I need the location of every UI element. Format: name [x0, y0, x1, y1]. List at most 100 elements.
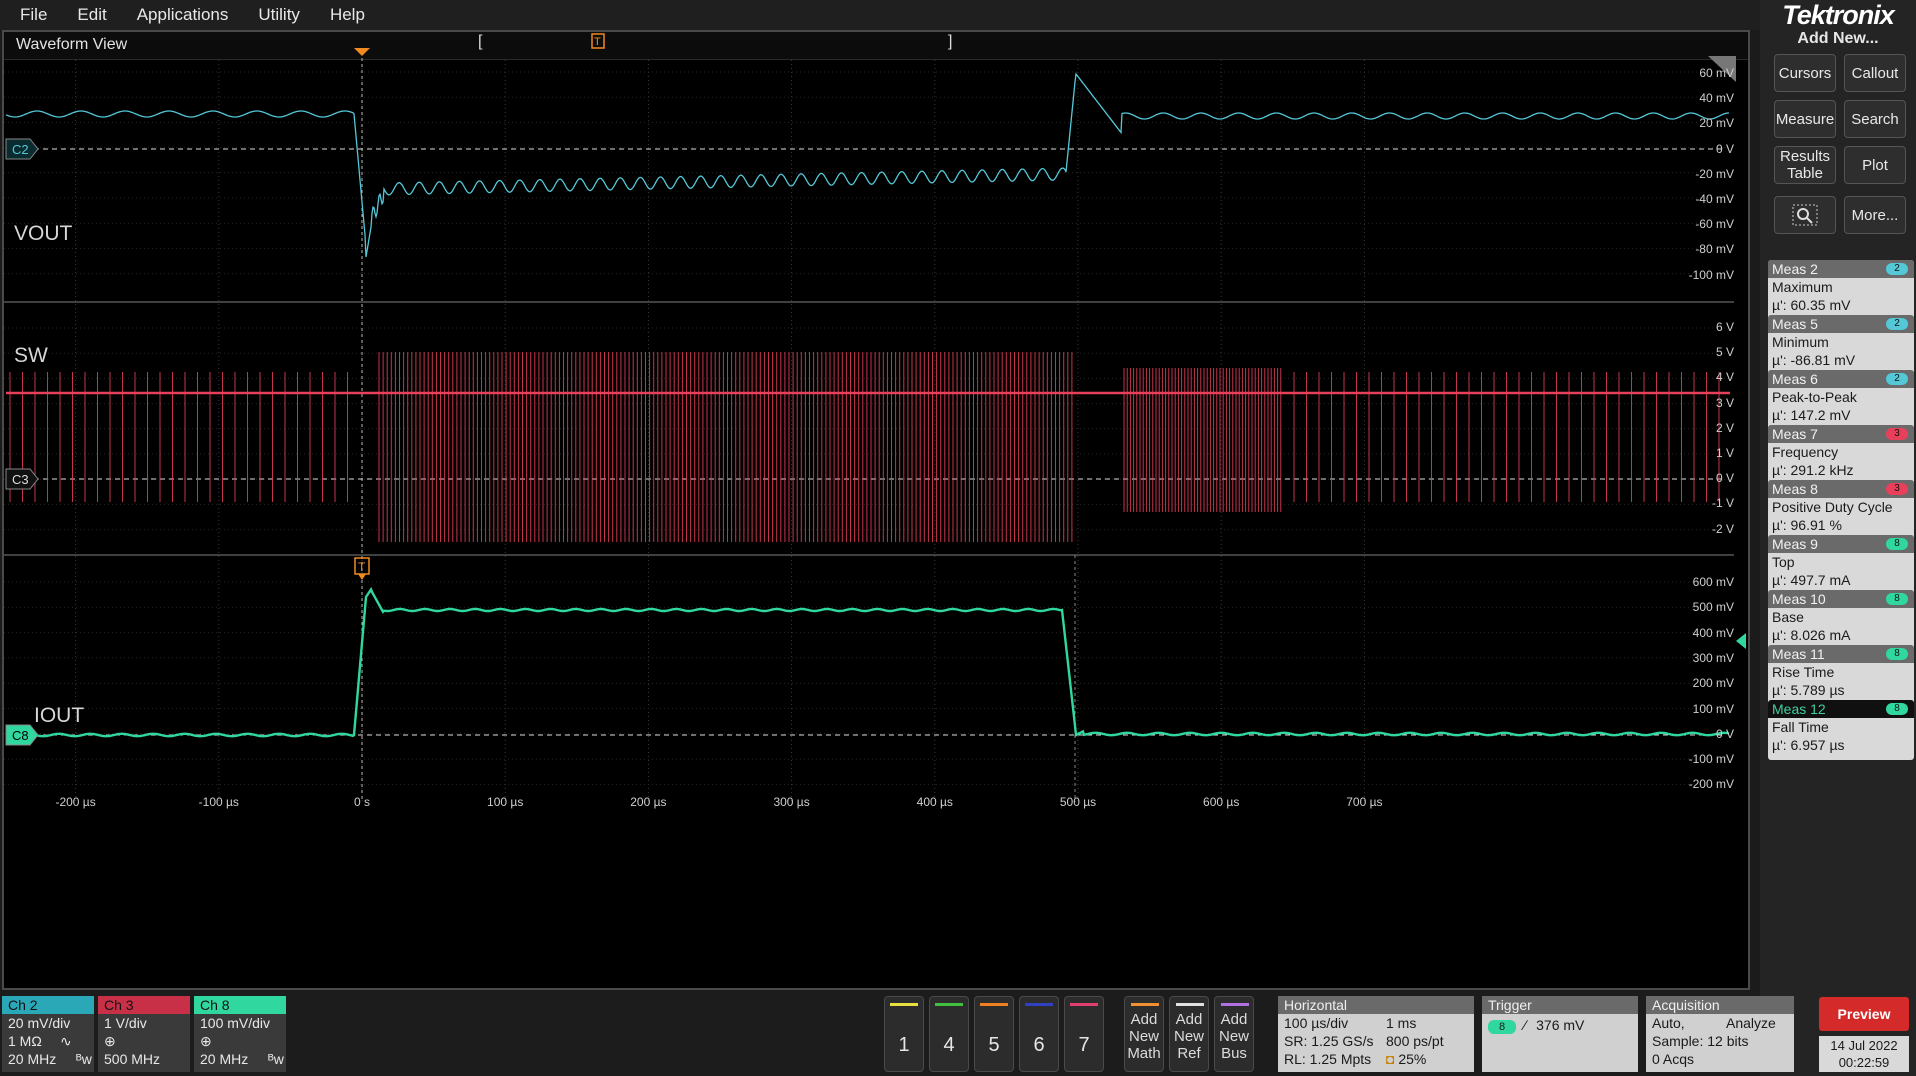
measurement-name: Meas 10 8 [1768, 590, 1914, 608]
measurement-value: µ': 60.35 mV [1772, 297, 1851, 313]
horizontal-badge[interactable]: Horizontal 100 µs/div 1 ms SR: 1.25 GS/s 8… [1278, 996, 1474, 1072]
measurement-name: Meas 2 2 [1768, 260, 1914, 278]
channel-button-1[interactable]: 1 [884, 996, 924, 1072]
trigger-level-marker-icon: T [354, 557, 370, 580]
measurement-card[interactable]: Meas 9 8 Top µ': 497.7 mA [1768, 535, 1914, 595]
measurement-card[interactable]: Meas 8 3 Positive Duty Cycle µ': 96.91 % [1768, 480, 1914, 540]
menu-edit[interactable]: Edit [57, 5, 106, 25]
channel-number: 7 [1078, 1034, 1090, 1056]
channel-termination: ⊕ [104, 1033, 116, 1049]
measurement-type: Rise Time [1772, 664, 1835, 680]
color-bar [1131, 1003, 1159, 1006]
search-button[interactable]: Search [1844, 100, 1906, 138]
time-axis-label: 500 µs [1059, 795, 1097, 809]
more-button[interactable]: More... [1844, 196, 1906, 234]
rising-edge-icon: ∕ [1523, 1017, 1527, 1033]
measurement-card[interactable]: Meas 2 2 Maximum µ': 60.35 mV [1768, 260, 1914, 320]
trigger-badge[interactable]: Trigger 8 ∕ 376 mV [1482, 996, 1638, 1072]
measurement-card[interactable]: Meas 5 2 Minimum µ': -86.81 mV [1768, 315, 1914, 375]
add-button-label: Bus [1221, 1045, 1247, 1062]
time-axis-label: 700 µs [1346, 795, 1383, 809]
channel-termination: ⊕ [200, 1033, 212, 1049]
channel-button-4[interactable]: 4 [929, 996, 969, 1072]
vout-scale-label: 40 mV [1699, 91, 1734, 106]
channel-color-bar [1070, 1003, 1098, 1006]
zoom-icon[interactable] [1774, 196, 1836, 234]
results-table-button[interactable]: Results Table [1774, 146, 1836, 184]
add-button-label: Add [1220, 1011, 1248, 1028]
channel-color-bar [1025, 1003, 1053, 1006]
plot-button[interactable]: Plot [1844, 146, 1906, 184]
add-new-bus-button[interactable]: Add New Bus [1214, 996, 1254, 1072]
add-button-label: New [1173, 1028, 1204, 1045]
channel-badge-ch8[interactable]: Ch 8 100 mV/div ⊕ 20 MHz ᴮw [194, 996, 286, 1072]
measurement-source-badge: 8 [1886, 538, 1908, 550]
acquisition-mode: Auto, [1652, 1015, 1685, 1031]
waveform-view[interactable]: Waveform View C2 C3 C8 T T[] VOUT SW IOUT 60… [2, 30, 1750, 990]
measurement-value: µ': 147.2 mV [1772, 407, 1851, 423]
measurement-type: Minimum [1772, 334, 1829, 350]
measurement-card[interactable]: Meas 12 8 Fall Time µ': 6.957 µs [1768, 700, 1914, 760]
vout-scale-label: -20 mV [1695, 166, 1734, 181]
measurement-card[interactable]: Meas 10 8 Base µ': 8.026 mA [1768, 590, 1914, 650]
vout-scale-label: -80 mV [1695, 242, 1734, 257]
svg-text:T: T [594, 36, 601, 48]
measurement-name: Meas 7 3 [1768, 425, 1914, 443]
iout-scale-label: 100 mV [1692, 701, 1734, 716]
acquisition-badge[interactable]: Acquisition Auto, Analyze Sample: 12 bits… [1646, 996, 1794, 1072]
measurement-type: Frequency [1772, 444, 1839, 460]
channel-scale: 100 mV/div [200, 1015, 271, 1031]
measurement-type: Maximum [1772, 279, 1833, 295]
iout-scale-label: 300 mV [1692, 650, 1734, 665]
vout-scale-label: -60 mV [1695, 217, 1734, 232]
add-new-math-button[interactable]: Add New Math [1124, 996, 1164, 1072]
acquisition-title: Acquisition [1646, 996, 1794, 1014]
sw-scale-label: 5 V [1715, 345, 1734, 360]
channel-name: Ch 3 [98, 996, 190, 1014]
vout-label: VOUT [14, 222, 73, 245]
waveform-plot-area[interactable]: C2 C3 C8 T T [] [4, 32, 1748, 988]
channel-bandwidth-row: 20 MHz ᴮw [2, 1050, 94, 1068]
time-axis-label: 300 µs [773, 795, 810, 809]
callout-button[interactable]: Callout [1844, 54, 1906, 92]
add-button-label: Add [1130, 1011, 1158, 1028]
channel-coupling: ⊕ [98, 1032, 190, 1050]
date: 14 Jul 2022 [1830, 1038, 1898, 1053]
time-axis-label: 0 s [353, 795, 370, 809]
zoom-bracket-right-icon: ] [948, 33, 952, 50]
measure-button[interactable]: Measure [1774, 100, 1836, 138]
channel-badge-ch2[interactable]: Ch 2 20 mV/div 1 MΩ ∿ 20 MHz ᴮw [2, 996, 94, 1072]
channel-button-5[interactable]: 5 [974, 996, 1014, 1072]
channel-number: 5 [988, 1034, 1000, 1056]
bandwidth-limit-icon: ᴮw [268, 1051, 284, 1067]
measurement-name: Meas 9 8 [1768, 535, 1914, 553]
measurement-value: µ': 96.91 % [1772, 517, 1842, 533]
menu-utility[interactable]: Utility [238, 5, 300, 25]
channel-button-7[interactable]: 7 [1064, 996, 1104, 1072]
add-new-ref-button[interactable]: Add New Ref [1169, 996, 1209, 1072]
channel-button-6[interactable]: 6 [1019, 996, 1059, 1072]
iout-scale-label: 200 mV [1692, 676, 1734, 691]
zoom-bracket-left-icon: [ [478, 33, 483, 50]
cursors-button[interactable]: Cursors [1774, 54, 1836, 92]
menu-help[interactable]: Help [310, 5, 365, 25]
measurement-name: Meas 5 2 [1768, 315, 1914, 333]
channel-coupling: 1 MΩ ∿ [2, 1032, 94, 1050]
horizontal-title: Horizontal [1278, 996, 1474, 1014]
measurement-card[interactable]: Meas 6 2 Peak-to-Peak µ': 147.2 mV [1768, 370, 1914, 430]
sw-scale-label: 4 V [1715, 370, 1734, 385]
position-icon: ◘ [1386, 1051, 1399, 1067]
horizontal-position: 25% [1398, 1051, 1427, 1067]
measurement-source-badge: 8 [1886, 703, 1908, 715]
vout-scale-label: 0 V [1715, 141, 1734, 156]
measurement-card[interactable]: Meas 11 8 Rise Time µ': 5.789 µs [1768, 645, 1914, 705]
menu-applications[interactable]: Applications [117, 5, 229, 25]
graticule [4, 52, 1734, 802]
sw-label: SW [14, 344, 48, 367]
menu-file[interactable]: File [0, 5, 47, 25]
horizontal-record-length: RL: 1.25 Mpts [1284, 1051, 1372, 1067]
channel-badge-ch3[interactable]: Ch 31 V/div ⊕ 500 MHz [98, 996, 190, 1072]
measurement-card[interactable]: Meas 7 3 Frequency µ': 291.2 kHz [1768, 425, 1914, 485]
preview-button[interactable]: Preview [1819, 997, 1909, 1031]
channel-bandwidth: 20 MHz [200, 1051, 249, 1067]
